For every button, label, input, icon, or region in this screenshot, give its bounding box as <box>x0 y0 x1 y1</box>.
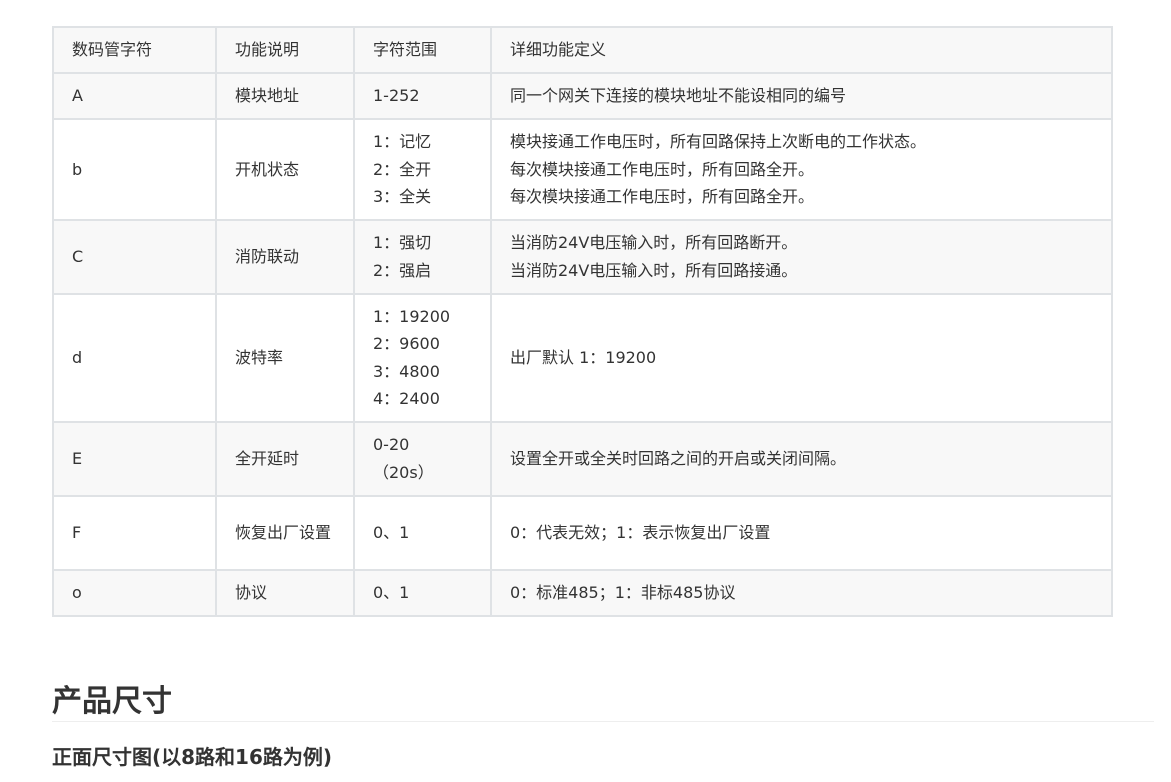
cell-function: 消防联动 <box>215 218 355 295</box>
range-line: 0-20 <box>373 435 410 454</box>
detail-line: 当消防24V电压输入时，所有回路接通。 <box>510 260 798 280</box>
cell-char: F <box>52 494 217 571</box>
table-row: F 恢复出厂设置 0、1 0：代表无效；1：表示恢复出厂设置 <box>52 494 1113 571</box>
cell-char: d <box>52 292 217 423</box>
detail-line: 每次模块接通工作电压时，所有回路全开。 <box>510 187 815 206</box>
detail-line: 当消防24V电压输入时，所有回路断开。 <box>510 233 798 252</box>
range-line: 1：19200 <box>373 306 451 326</box>
detail-line: 0：代表无效；1：表示恢复出厂设置 <box>510 522 771 542</box>
cell-detail: 出厂默认 1：19200 <box>490 292 1113 423</box>
table-row: o 协议 0、1 0：标准485；1：非标485协议 <box>52 568 1113 617</box>
range-line: 0、1 <box>373 522 410 542</box>
cell-char: A <box>52 72 217 120</box>
detail-line: 同一个网关下连接的模块地址不能设相同的编号 <box>510 86 847 106</box>
cell-detail: 同一个网关下连接的模块地址不能设相同的编号 <box>490 72 1113 120</box>
cell-detail: 当消防24V电压输入时，所有回路断开。 当消防24V电压输入时，所有回路接通。 <box>490 218 1113 295</box>
cell-range: 0、1 <box>353 494 492 571</box>
range-line: 2：9600 <box>373 334 440 353</box>
detail-line: 0：标准485；1：非标485协议 <box>510 582 736 602</box>
range-line: 3：全关 <box>373 187 432 206</box>
cell-detail: 0：标准485；1：非标485协议 <box>490 568 1113 617</box>
section-subtitle: 正面尺寸图(以8路和16路为例) <box>52 745 333 769</box>
cell-range: 0-20 （20s） <box>353 420 492 497</box>
cell-range: 1：记忆 2：全开 3：全关 <box>353 118 492 221</box>
table-row: b 开机状态 1：记忆 2：全开 3：全关 模块接通工作电压时，所有回路保持上次断电的工作… <box>52 118 1113 221</box>
cell-range: 0、1 <box>353 568 492 617</box>
cell-char: o <box>52 568 217 617</box>
cell-function: 波特率 <box>215 292 355 423</box>
range-line: （20s） <box>373 462 434 482</box>
table-row: d 波特率 1：19200 2：9600 3：4800 4：2400 出厂默认 1：1920… <box>52 292 1113 423</box>
range-line: 1：记忆 <box>373 132 432 151</box>
section-title: 产品尺寸 <box>52 684 172 719</box>
cell-function: 开机状态 <box>215 118 355 221</box>
cell-char: C <box>52 218 217 295</box>
range-line: 2：全开 <box>373 159 432 179</box>
document-page: 数码管字符 功能说明 字符范围 详细功能定义 A 模块地址 1-252 同一个网关下连… <box>0 0 1171 782</box>
cell-detail: 设置全开或全关时回路之间的开启或关闭间隔。 <box>490 420 1113 497</box>
cell-range: 1-252 <box>353 72 492 120</box>
header-detail: 详细功能定义 <box>490 26 1113 74</box>
title-divider <box>52 721 1154 722</box>
cell-range: 1：强切 2：强启 <box>353 218 492 295</box>
detail-line: 出厂默认 1：19200 <box>510 347 657 367</box>
range-line: 1：强切 <box>373 233 432 252</box>
range-line: 4：2400 <box>373 389 440 408</box>
header-range: 字符范围 <box>353 26 492 74</box>
cell-char: b <box>52 118 217 221</box>
cell-range: 1：19200 2：9600 3：4800 4：2400 <box>353 292 492 423</box>
cell-function: 恢复出厂设置 <box>215 494 355 571</box>
range-line: 1-252 <box>373 86 420 106</box>
table-row: A 模块地址 1-252 同一个网关下连接的模块地址不能设相同的编号 <box>52 72 1113 120</box>
parameter-table: 数码管字符 功能说明 字符范围 详细功能定义 A 模块地址 1-252 同一个网关下连… <box>52 26 1113 617</box>
cell-char: E <box>52 420 217 497</box>
range-line: 0、1 <box>373 582 410 602</box>
table-row: E 全开延时 0-20 （20s） 设置全开或全关时回路之间的开启或关闭间隔。 <box>52 420 1113 497</box>
range-line: 2：强启 <box>373 260 432 280</box>
table-row: C 消防联动 1：强切 2：强启 当消防24V电压输入时，所有回路断开。 当消防24V电压… <box>52 218 1113 295</box>
cell-function: 全开延时 <box>215 420 355 497</box>
range-line: 3：4800 <box>373 361 440 381</box>
header-function: 功能说明 <box>215 26 355 74</box>
cell-function: 模块地址 <box>215 72 355 120</box>
detail-line: 模块接通工作电压时，所有回路保持上次断电的工作状态。 <box>510 132 927 151</box>
cell-function: 协议 <box>215 568 355 617</box>
header-char: 数码管字符 <box>52 26 217 74</box>
cell-detail: 模块接通工作电压时，所有回路保持上次断电的工作状态。 每次模块接通工作电压时，所有… <box>490 118 1113 221</box>
detail-line: 每次模块接通工作电压时，所有回路全开。 <box>510 159 815 179</box>
table-header-row: 数码管字符 功能说明 字符范围 详细功能定义 <box>52 26 1113 74</box>
cell-detail: 0：代表无效；1：表示恢复出厂设置 <box>490 494 1113 571</box>
detail-line: 设置全开或全关时回路之间的开启或关闭间隔。 <box>510 448 847 468</box>
